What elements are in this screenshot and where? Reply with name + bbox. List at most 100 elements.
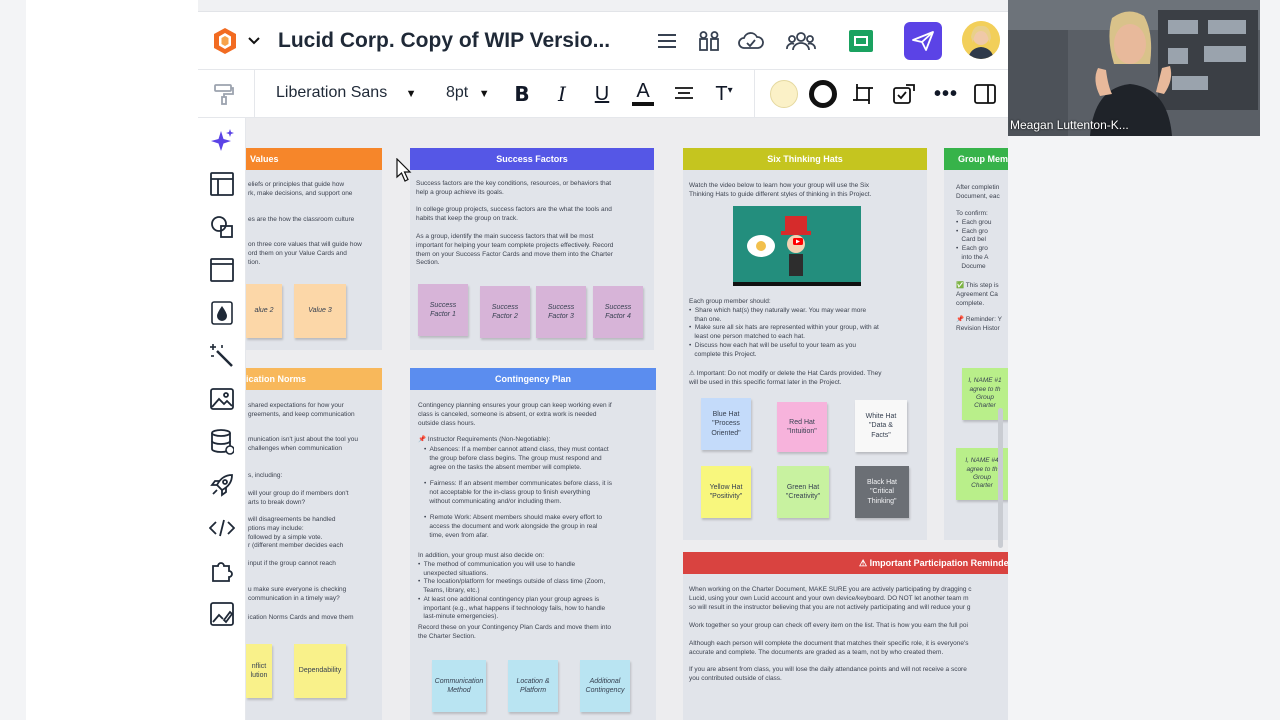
slides-icon[interactable]: [848, 29, 874, 53]
participant-video-feed: [1008, 0, 1260, 136]
communication-method-card[interactable]: Communication Method: [432, 660, 486, 712]
integrations-icon[interactable]: [209, 558, 235, 584]
yellow-hat-card[interactable]: Yellow Hat "Positivity": [701, 466, 751, 518]
white-hat-card[interactable]: White Hat "Data & Facts": [855, 400, 907, 452]
share-button[interactable]: [904, 22, 942, 60]
group-text-2: To confirm: • Each grou • Each gro Card …: [956, 210, 992, 270]
norms-text-7: u make sure everyone is checking communi…: [248, 586, 347, 602]
frame-icon[interactable]: [209, 257, 235, 283]
participation-reminder-panel[interactable]: ⚠ Important Participation Reminder ⚠ Whe…: [683, 552, 1008, 720]
line-color-icon[interactable]: [809, 80, 837, 108]
format-painter-icon[interactable]: [210, 80, 238, 108]
data-icon[interactable]: [209, 429, 235, 455]
six-thinking-hats-panel[interactable]: Six Thinking Hats Watch the video below …: [683, 148, 927, 540]
hats-text-3: ⚠ Important: Do not modify or delete the…: [689, 370, 882, 386]
group-members-header: Group Mem: [944, 148, 1008, 170]
underline-icon[interactable]: U: [588, 80, 616, 108]
norms-text-3: s, including:: [248, 472, 283, 479]
communication-norms-header: ication Norms: [246, 368, 382, 390]
reminder-text-3: Although each person will complete the d…: [689, 640, 969, 656]
fill-color-icon[interactable]: [770, 80, 798, 108]
panel-toggle-icon[interactable]: [971, 80, 999, 108]
contingency-text-3: • Absences: If a member cannot attend cl…: [424, 446, 609, 471]
format-toolbar: Liberation Sans ▼ 8pt ▼ B I U A T ▾ •••: [198, 70, 1008, 118]
norms-text-4: will your group do if members don't arts…: [248, 490, 349, 506]
contingency-text-2: 📌 Instructor Requirements (Non-Negotiabl…: [418, 436, 551, 443]
rocket-icon[interactable]: [209, 472, 235, 498]
diagram-canvas[interactable]: Values eliefs or principles that guide h…: [246, 118, 1008, 720]
location-platform-card[interactable]: Location & Platform: [508, 660, 558, 712]
fill-drop-icon[interactable]: [209, 300, 235, 326]
contingency-text-4: • Fairness: If an absent member communic…: [424, 480, 612, 505]
value-card-3[interactable]: Value 3: [294, 284, 346, 338]
more-icon[interactable]: •••: [932, 80, 960, 108]
align-icon[interactable]: [670, 80, 698, 108]
menu-icon[interactable]: [654, 28, 680, 54]
contingency-plan-panel[interactable]: Contingency Plan Contingency planning en…: [410, 368, 656, 720]
canvas-scrollbar[interactable]: [998, 408, 1003, 548]
blue-hat-card[interactable]: Blue Hat "Process Oriented": [701, 398, 751, 450]
app-header: Lucid Corp. Copy of WIP Versio...: [198, 12, 1008, 70]
chevron-down-icon[interactable]: [248, 36, 260, 46]
caret-down-icon: ▼: [405, 88, 417, 100]
reminder-text-2: Work together so your group can check of…: [689, 622, 968, 629]
black-hat-card[interactable]: Black Hat "Critical Thinking": [855, 466, 909, 518]
participant-name: Meagan Luttenton-K...: [1010, 118, 1129, 132]
success-factor-card-2[interactable]: Success Factor 2: [480, 286, 530, 338]
left-background: [0, 0, 198, 720]
image-icon[interactable]: [209, 386, 235, 412]
values-text-2: es are the how the classroom culture: [248, 216, 355, 223]
participation-reminder-header: ⚠ Important Participation Reminder ⚠: [683, 552, 1008, 574]
user-avatar[interactable]: [962, 21, 1000, 59]
cloud-sync-icon[interactable]: [738, 28, 764, 54]
shapes-library-icon[interactable]: [696, 28, 722, 54]
group-text-4: 📌 Reminder: Y Revision Histor: [956, 316, 1002, 332]
success-factors-panel[interactable]: Success Factors Success factors are the …: [410, 148, 654, 350]
green-hat-card[interactable]: Green Hat "Creativity": [777, 466, 829, 518]
image-edit-icon[interactable]: [209, 601, 235, 627]
review-icon[interactable]: [890, 80, 918, 108]
templates-icon[interactable]: [209, 171, 235, 197]
text-color-icon[interactable]: A: [629, 80, 657, 108]
success-factor-card-1[interactable]: Success Factor 1: [418, 284, 468, 336]
six-thinking-hats-header: Six Thinking Hats: [683, 148, 927, 170]
code-icon[interactable]: [209, 515, 235, 541]
caret-down-icon: ▼: [478, 88, 490, 100]
font-size-select[interactable]: 8pt ▼: [446, 84, 490, 102]
contingency-text-5: • Remote Work: Absent members should mak…: [424, 514, 602, 539]
shapes-icon[interactable]: [209, 214, 235, 240]
communication-norms-panel[interactable]: ication Norms shared expectations for ho…: [246, 368, 382, 720]
ai-sparkle-icon[interactable]: [209, 128, 235, 154]
values-text-3: on three core values that will guide how…: [248, 241, 362, 266]
conflict-resolution-card[interactable]: nflict lution: [246, 644, 272, 698]
bold-icon[interactable]: B: [508, 80, 536, 108]
values-text-1: eliefs or principles that guide how rk, …: [248, 181, 353, 197]
frame-icon[interactable]: [849, 80, 877, 108]
text-size-icon[interactable]: T ▾: [710, 80, 738, 108]
red-hat-card[interactable]: Red Hat "Intuition": [777, 402, 827, 452]
document-title[interactable]: Lucid Corp. Copy of WIP Versio...: [278, 29, 610, 53]
additional-contingency-card[interactable]: Additional Contingency: [580, 660, 630, 712]
browser-top-strip: [198, 0, 1008, 12]
font-family-select[interactable]: Liberation Sans ▼: [276, 84, 417, 102]
value-card-2[interactable]: alue 2: [246, 284, 282, 338]
norms-text-1: shared expectations for how your greemen…: [248, 402, 355, 418]
hats-text-1: Watch the video below to learn how your …: [689, 182, 872, 198]
norms-text-5: will disagreements be handled ptions may…: [248, 516, 344, 550]
values-panel[interactable]: Values eliefs or principles that guide h…: [246, 148, 382, 350]
collaborators-icon[interactable]: [786, 28, 816, 54]
norms-text-2: munication isn't just about the tool you…: [248, 436, 359, 452]
mouse-cursor-icon: [396, 158, 412, 182]
dependability-card[interactable]: Dependability: [294, 644, 346, 698]
italic-icon[interactable]: I: [548, 80, 576, 108]
success-factor-card-3[interactable]: Success Factor 3: [536, 286, 586, 338]
success-factor-card-4[interactable]: Success Factor 4: [593, 286, 643, 338]
norms-text-6: input if the group cannot reach: [248, 560, 336, 567]
group-text-1: After completin Document, eac: [956, 184, 1000, 200]
font-family-value: Liberation Sans: [276, 84, 388, 101]
lucid-logo-icon[interactable]: [214, 28, 236, 54]
screen: Lucid Corp. Copy of WIP Versio... Libera…: [0, 0, 1280, 720]
video-thumbnail[interactable]: [733, 206, 861, 286]
participant-video[interactable]: [1008, 0, 1260, 136]
magic-wand-icon[interactable]: [209, 343, 235, 369]
